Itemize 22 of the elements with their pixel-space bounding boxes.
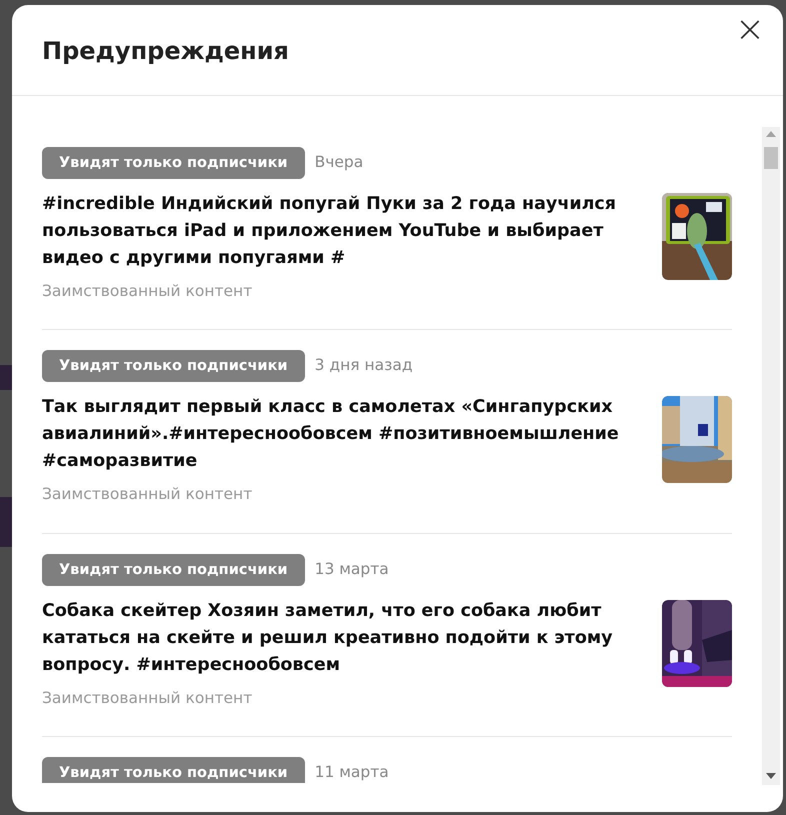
post-title[interactable]: Так выглядит первый класс в самолетах «Сингапурских авиалиний».#интереснообовсем #позитивноемышление #саморазвитие (42, 394, 642, 476)
post-date: 3 дня назад (314, 356, 413, 374)
scrollbar[interactable] (762, 127, 780, 785)
close-button[interactable]: × (730, 15, 769, 45)
dialog-title: Предупреждения (42, 36, 289, 67)
audience-tag: Увидят только подписчики (42, 350, 305, 382)
scroll-up-icon[interactable] (766, 131, 776, 137)
post-date: 11 марта (314, 762, 389, 781)
background-bar (0, 497, 12, 547)
post-date: Вчера (314, 153, 364, 171)
scrollbar-thumb[interactable] (764, 147, 778, 169)
warning-reason: Заимствованный контент (42, 281, 254, 302)
scroll-down-icon[interactable] (766, 773, 776, 779)
post-title[interactable]: Собака скейтер Хозяин заметил, что его собака любит кататься на скейте и решил креативно подойти к этому вопросу. #интереснообовсем (42, 598, 642, 678)
audience-tag: Увидят только подписчики (42, 756, 305, 783)
post-date: 13 марта (314, 560, 389, 578)
warning-reason: Заимствованный контент (42, 688, 254, 708)
post-title[interactable]: #incredible Индийский попугай Пуки за 2 года научился пользоваться iPad и приложением YouTube и выбирает видео с другими попугаями # (42, 191, 642, 272)
audience-tag: Увидят только подписчики (42, 147, 305, 179)
warning-reason: Заимствованный контент (42, 484, 254, 506)
audience-tag: Увидят только подписчики (42, 554, 305, 586)
background-bar (0, 365, 12, 390)
